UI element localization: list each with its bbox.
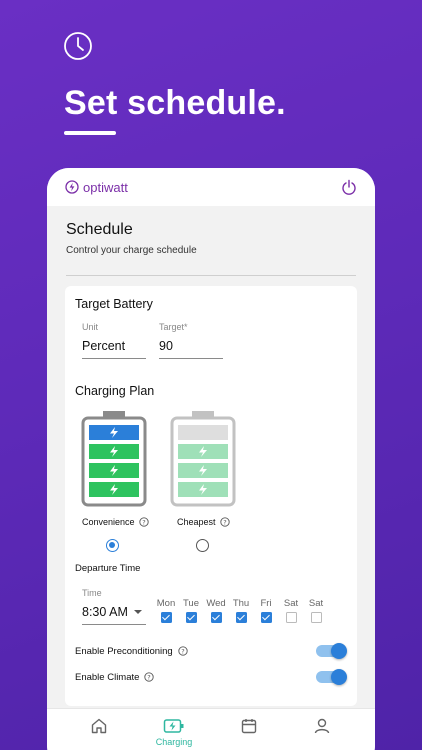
day-label: Mon: [156, 598, 176, 609]
day-checkbox[interactable]: [210, 612, 222, 623]
chevron-down-icon[interactable]: [134, 610, 142, 614]
plan-convenience-text: Convenience: [82, 517, 135, 527]
plan-convenience-radio[interactable]: [106, 539, 119, 552]
day-sat[interactable]: Sat: [281, 598, 301, 623]
target-input[interactable]: 90: [159, 339, 173, 353]
day-checkbox[interactable]: [260, 612, 272, 623]
tab-charging[interactable]: Charging: [144, 717, 204, 747]
home-icon: [91, 718, 107, 734]
plan-convenience-label: Convenience ?: [82, 517, 149, 527]
clock-icon: [64, 32, 92, 60]
unit-underline: [82, 358, 146, 359]
tab-bar: Charging: [47, 708, 375, 750]
brand-name: optiwatt: [83, 179, 128, 195]
svg-text:?: ?: [181, 647, 184, 655]
unit-label: Unit: [82, 322, 99, 332]
plan-cheapest-text: Cheapest: [177, 517, 216, 527]
unit-select[interactable]: Percent: [82, 339, 125, 353]
day-checkbox[interactable]: [185, 612, 197, 623]
tab-home[interactable]: [69, 717, 129, 735]
plan-cheapest-label: Cheapest ?: [177, 517, 230, 527]
day-wed[interactable]: Wed: [206, 598, 226, 623]
time-underline: [82, 624, 146, 625]
calendar-icon: [241, 719, 257, 734]
day-label: Thu: [232, 598, 250, 609]
svg-text:?: ?: [142, 518, 145, 526]
departure-title: Departure Time: [75, 563, 141, 574]
day-sat-2[interactable]: Sat: [306, 598, 326, 623]
day-mon[interactable]: Mon: [156, 598, 176, 623]
preconditioning-toggle[interactable]: [316, 643, 347, 659]
preconditioning-row: Enable Preconditioning ?: [75, 641, 347, 661]
target-label: Target*: [159, 322, 188, 332]
tab-calendar[interactable]: [219, 717, 279, 735]
day-checkbox[interactable]: [160, 612, 172, 623]
day-checkbox[interactable]: [285, 612, 297, 623]
help-icon[interactable]: ?: [138, 517, 149, 527]
power-icon[interactable]: [341, 179, 357, 195]
climate-label: Enable Climate ?: [75, 671, 155, 683]
preconditioning-label: Enable Preconditioning ?: [75, 646, 188, 657]
page-subtitle: Control your charge schedule: [66, 245, 197, 256]
time-label: Time: [82, 588, 102, 598]
svg-text:?: ?: [223, 518, 226, 526]
battery-convenience-icon[interactable]: [81, 411, 147, 507]
tab-charging-label: Charging: [155, 737, 193, 747]
schedule-screen: Schedule Control your charge schedule Ta…: [47, 206, 375, 708]
day-label: Sat: [283, 598, 299, 609]
day-label: Sat: [308, 598, 324, 609]
preconditioning-text: Enable Preconditioning: [75, 645, 173, 657]
day-tue[interactable]: Tue: [181, 598, 201, 623]
hero-title: Set schedule.: [64, 84, 286, 122]
hero-underline: [64, 131, 116, 135]
target-underline: [159, 358, 223, 359]
day-label: Fri: [260, 598, 272, 609]
charging-plan-title: Charging Plan: [75, 384, 155, 398]
divider: [66, 275, 356, 276]
plan-cheapest-radio[interactable]: [196, 539, 209, 552]
charging-icon: [163, 719, 184, 733]
battery-cheapest-icon[interactable]: [170, 411, 236, 507]
day-thu[interactable]: Thu: [231, 598, 251, 623]
day-label: Tue: [182, 598, 200, 609]
tab-profile[interactable]: [292, 717, 352, 735]
brand: optiwatt: [65, 180, 128, 195]
schedule-card: Target Battery Unit Percent Target* 90 C…: [65, 286, 357, 706]
climate-row: Enable Climate ?: [75, 667, 347, 687]
bolt-circle-icon: [65, 180, 79, 194]
climate-toggle[interactable]: [316, 669, 347, 685]
help-icon[interactable]: ?: [219, 517, 230, 527]
page-title: Schedule: [66, 221, 133, 238]
phone-frame: optiwatt Schedule Control your charge sc…: [47, 168, 375, 750]
climate-text: Enable Climate: [75, 671, 140, 683]
day-fri[interactable]: Fri: [256, 598, 276, 623]
profile-icon: [314, 718, 330, 734]
app-bar: optiwatt: [47, 168, 375, 206]
help-icon[interactable]: ?: [144, 672, 155, 682]
day-checkbox[interactable]: [235, 612, 247, 623]
target-battery-title: Target Battery: [75, 297, 153, 311]
time-select[interactable]: 8:30 AM: [82, 605, 128, 619]
svg-text:?: ?: [148, 673, 151, 681]
day-label: Wed: [206, 598, 226, 609]
help-icon[interactable]: ?: [178, 646, 188, 656]
day-checkbox[interactable]: [310, 612, 322, 623]
